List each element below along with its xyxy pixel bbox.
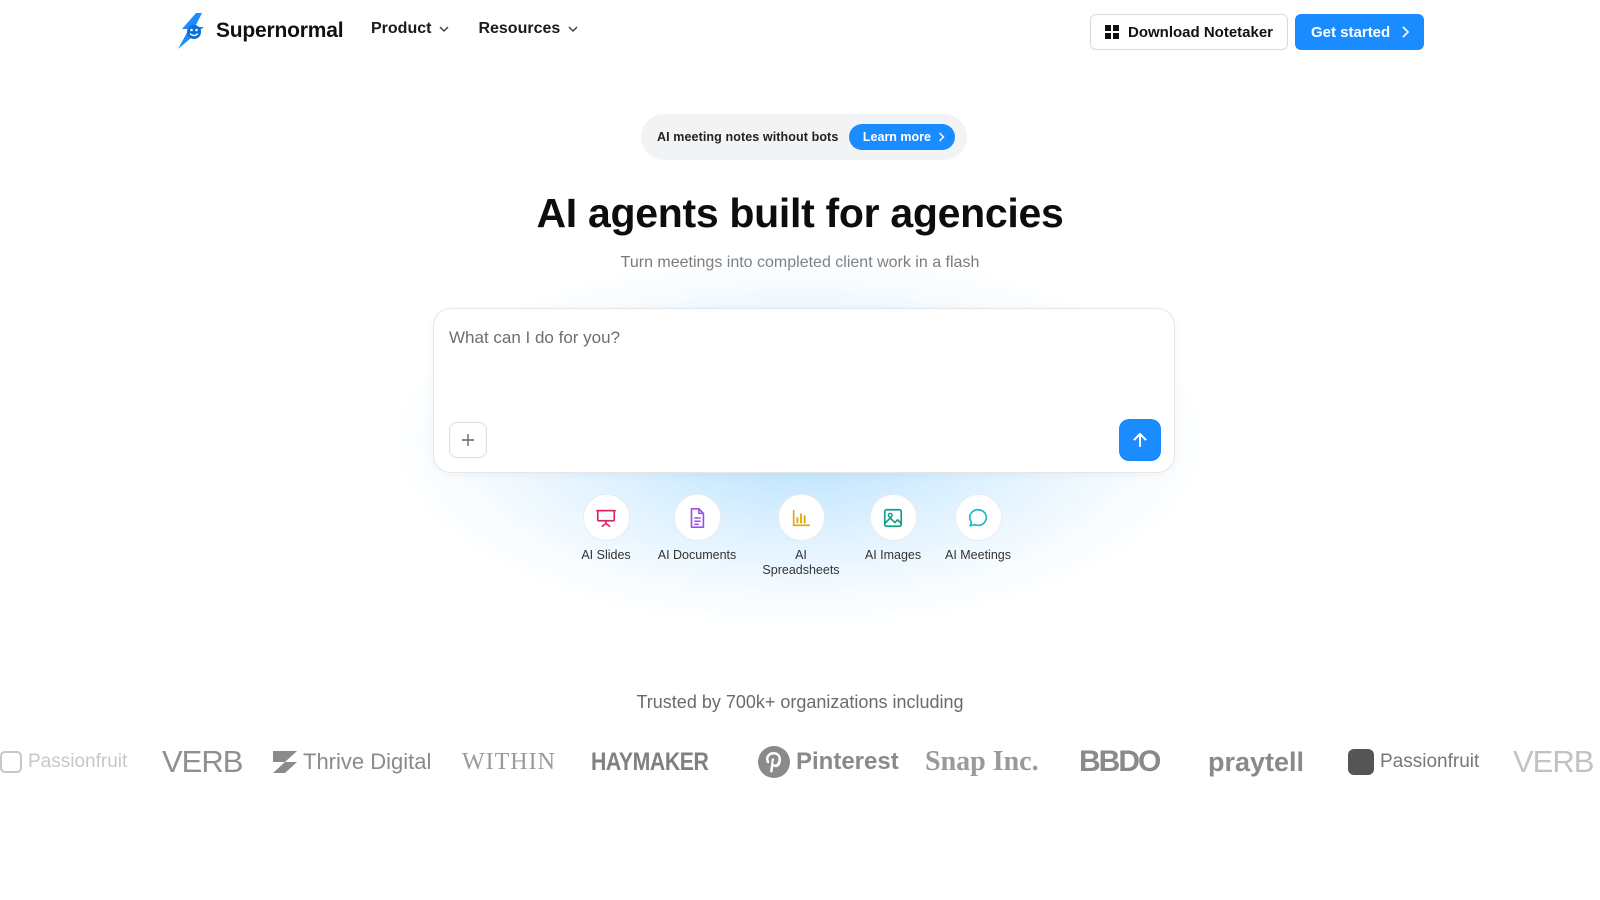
arrow-up-icon	[1133, 433, 1147, 447]
tool-ai-spreadsheets[interactable]: AI Spreadsheets	[749, 494, 853, 578]
brand-name: Supernormal	[216, 19, 344, 42]
tool-icon-circle	[954, 494, 1002, 541]
tool-icon-circle	[777, 494, 825, 541]
chevron-right-icon	[1402, 26, 1410, 38]
plus-icon	[462, 434, 474, 446]
tool-icon-circle	[673, 494, 721, 541]
tool-label: AI Slides	[581, 548, 631, 562]
passionfruit-mark-icon	[0, 751, 22, 773]
announcement-text: AI meeting notes without bots	[657, 130, 839, 144]
logo-carousel: Passionfruit VERB Thrive Digital WITHIN …	[0, 740, 1600, 784]
tool-icon-circle	[869, 494, 917, 541]
logo-haymaker: HAYMAKER	[591, 747, 709, 776]
brand[interactable]: Supernormal	[178, 13, 344, 49]
logo-thrive-digital: Thrive Digital	[273, 740, 431, 784]
logo-verb: VERB	[1513, 744, 1594, 779]
get-started-label: Get started	[1311, 23, 1391, 41]
chevron-down-icon	[568, 26, 578, 33]
tool-label: AI Meetings	[944, 548, 1011, 562]
tool-label: AI Images	[864, 548, 922, 562]
logo-snap-inc: Snap Inc.	[925, 746, 1039, 777]
announcement-pill: AI meeting notes without bots Learn more	[641, 114, 967, 160]
logo-within: WITHIN	[462, 748, 556, 775]
chevron-right-icon	[939, 132, 945, 142]
top-nav: Supernormal Product Resources Download N…	[0, 0, 1600, 64]
logo-pinterest: Pinterest	[758, 740, 899, 784]
tool-ai-documents[interactable]: AI Documents	[647, 494, 747, 563]
logo-praytell: praytell	[1208, 746, 1305, 777]
document-icon	[690, 507, 705, 528]
menu-resources-label: Resources	[478, 20, 561, 37]
thrive-mark-icon	[273, 751, 297, 773]
learn-more-label: Learn more	[862, 130, 931, 144]
pinterest-mark-icon	[758, 746, 790, 778]
menu-resources[interactable]: Resources	[478, 20, 579, 38]
windows-icon	[1105, 25, 1119, 39]
logo-verb: VERB	[162, 744, 243, 779]
bar-chart-icon	[792, 509, 811, 526]
presentation-icon	[596, 509, 616, 527]
download-notetaker-button[interactable]: Download Notetaker	[1090, 14, 1289, 50]
send-button[interactable]	[1119, 419, 1161, 461]
menu-product[interactable]: Product	[371, 20, 450, 38]
chat-bubble-icon	[968, 508, 988, 527]
menu-product-label: Product	[371, 20, 432, 37]
tool-ai-meetings[interactable]: AI Meetings	[928, 494, 1028, 563]
tool-icon-circle	[582, 494, 630, 541]
add-attachment-button[interactable]	[449, 422, 487, 458]
supernormal-logo-icon	[178, 13, 204, 49]
download-notetaker-label: Download Notetaker	[1128, 23, 1274, 41]
logo-passionfruit: Passionfruit	[1348, 740, 1479, 784]
trusted-text: Trusted by 700k+ organizations including	[636, 692, 964, 712]
passionfruit-mark-icon	[1348, 749, 1374, 775]
prompt-input[interactable]	[449, 323, 1149, 353]
logo-bbdo: BBDO	[1079, 745, 1161, 778]
tool-label: AI Spreadsheets	[762, 548, 840, 577]
logo-passionfruit: Passionfruit	[0, 740, 127, 784]
ai-tools-row: AI Slides AI Documents AI Spreadsheets A…	[0, 494, 1600, 584]
hero-title: AI agents built for agencies	[536, 190, 1064, 236]
learn-more-button[interactable]: Learn more	[848, 124, 955, 150]
get-started-button[interactable]: Get started	[1295, 14, 1425, 50]
prompt-box	[433, 308, 1175, 473]
chevron-down-icon	[439, 26, 449, 33]
tool-ai-slides[interactable]: AI Slides	[556, 494, 656, 563]
main-menu: Product Resources	[371, 20, 579, 38]
image-icon	[883, 508, 903, 527]
tool-label: AI Documents	[657, 548, 737, 562]
